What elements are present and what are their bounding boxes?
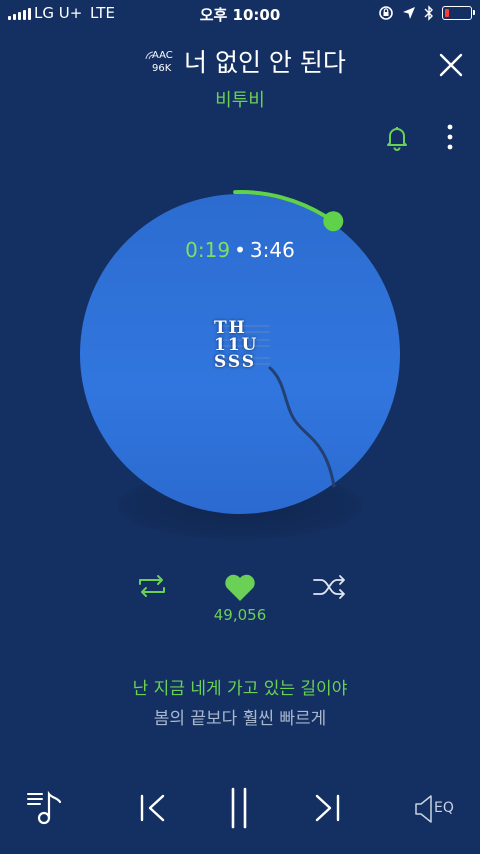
shuffle-button[interactable]	[312, 574, 348, 600]
location-icon	[403, 7, 415, 19]
pause-button[interactable]	[224, 786, 254, 830]
more-vertical-icon	[447, 124, 453, 150]
playback-controls: EQ	[0, 780, 480, 836]
lyric-next-line[interactable]: 봄의 끝보다 훨씬 빠르게	[0, 704, 480, 729]
codec-bitrate: 96K	[152, 63, 172, 74]
time-display: 0:19 • 3:46	[0, 238, 480, 262]
more-options-button[interactable]	[438, 122, 462, 152]
close-icon	[439, 53, 463, 77]
bluetooth-icon	[424, 5, 433, 21]
song-title: 너 없인 안 된다	[184, 48, 346, 77]
progress-arc-fill	[233, 190, 328, 219]
lyric-current-line[interactable]: 난 지금 네게 가고 있는 길이야	[0, 674, 480, 699]
equalizer-icon	[415, 795, 432, 823]
like-count: 49,056	[213, 606, 267, 624]
playlist-icon	[27, 790, 62, 825]
repeat-icon	[139, 575, 165, 597]
battery-level	[445, 9, 449, 17]
next-button[interactable]	[310, 792, 344, 824]
pause-icon	[231, 787, 247, 829]
previous-icon	[140, 794, 165, 822]
codec-format: AAC	[152, 50, 173, 61]
heart-icon	[225, 574, 255, 601]
repeat-button[interactable]	[134, 572, 170, 600]
codec-badge: AAC 96K	[145, 50, 176, 76]
artist-name[interactable]: 비투비	[0, 86, 480, 112]
album-letters-row: SSS	[214, 352, 257, 372]
current-time: 0:19	[185, 238, 231, 262]
rotation-lock-icon	[379, 6, 393, 20]
equalizer-button[interactable]: EQ	[414, 794, 460, 824]
time-separator: •	[234, 238, 246, 262]
next-icon	[315, 794, 340, 822]
progress-knob[interactable]	[323, 211, 344, 232]
close-button[interactable]	[434, 48, 468, 82]
eq-label: EQ	[434, 800, 454, 816]
battery-icon	[442, 6, 475, 20]
bell-icon	[387, 127, 407, 151]
status-bar: LG U+ LTE 오후 10:00	[0, 0, 480, 28]
previous-button[interactable]	[136, 792, 170, 824]
playlist-button[interactable]	[26, 786, 66, 826]
notification-button[interactable]	[382, 122, 412, 152]
album-art-lettering: TH 11U SSS	[214, 320, 274, 371]
total-time: 3:46	[249, 238, 295, 262]
like-button[interactable]	[222, 570, 258, 604]
shuffle-icon	[313, 575, 345, 599]
